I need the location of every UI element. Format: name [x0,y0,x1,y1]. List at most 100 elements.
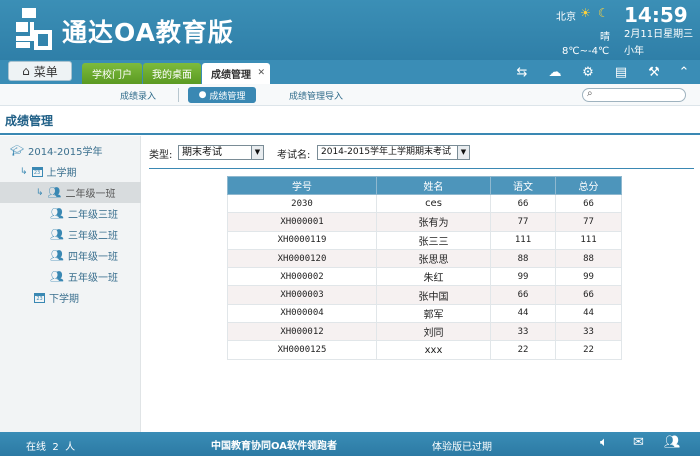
subnav-grade-import[interactable]: 成绩管理导入 [289,89,343,102]
trial-notice: 体验版已过期 [432,442,492,453]
table-row[interactable]: XH000012 刘同 33 33 [227,322,622,342]
tree-item-school-year[interactable]: 🎓︎ 2014-2015学年 [0,140,141,161]
tab-grade-management[interactable]: 成绩管理 ✕ [202,63,270,84]
branch-arrow-icon: ↳ [36,187,44,198]
exam-name-select[interactable]: 2014-2015学年上学期期末考试 ▼ [317,145,470,160]
tree-item-term1[interactable]: ↳ 23 上学期 [0,161,141,182]
speaker-icon[interactable]: 🔈︎ [600,435,608,450]
title-divider [0,133,700,135]
users-icon[interactable]: 👥︎ [664,435,681,450]
close-icon[interactable]: ✕ [257,68,265,78]
cell-chinese: 66 [490,285,556,305]
tree-item-class[interactable]: 👥︎ 四年级一班 [0,245,141,266]
weather-temperature: 8℃~-4℃ [562,46,610,57]
mail-icon[interactable]: ✉ [633,435,644,450]
grade-table: 学号 姓名 语文 总分 2030 ces 66 66 XH000001 张有为 77 77 … [227,176,622,360]
solar-term: 小年 [624,46,644,57]
column-header-name[interactable]: 姓名 [376,176,491,195]
online-unit: 人 [65,442,76,453]
cell-name: 刘同 [376,322,491,342]
users-icon: 👥︎ [50,270,64,283]
column-header-student-id[interactable]: 学号 [227,176,377,195]
subnav-grade-entry[interactable]: 成绩录入 [120,89,156,102]
cloud-icon[interactable]: ☁ [546,63,564,81]
cell-student-id: XH000012 [227,322,377,342]
tree-item-label: 四年级一班 [67,252,118,263]
weather-city: 北京 [556,12,576,23]
table-row[interactable]: XH0000120 张思思 88 88 [227,248,622,269]
tree-item-term2[interactable]: 23 下学期 [0,287,141,308]
tree-item-label: 五年级一班 [67,273,118,284]
cell-chinese: 22 [490,340,556,360]
cell-name: 郭军 [376,303,491,324]
notebook-icon[interactable]: ▤ [612,63,630,81]
cell-chinese: 88 [490,248,556,269]
cell-total: 99 [555,267,622,287]
clock-time: 14:59 [624,3,688,27]
users-icon: 👥︎ [50,207,64,220]
tab-label: 成绩管理 [211,70,251,81]
type-select[interactable]: 期末考试 ▼ [178,145,264,160]
cell-chinese: 77 [490,212,556,232]
sidebar-tree: 🎓︎ 2014-2015学年 ↳ 23 上学期 ↳ 👥︎ 二年级一班 👥︎ 二年… [0,136,141,432]
chevron-up-icon[interactable]: ⌃ [675,63,693,81]
table-header-row: 学号 姓名 语文 总分 [227,176,622,195]
tree-item-class[interactable]: ↳ 👥︎ 二年级一班 [0,182,141,203]
gear-icon[interactable]: ⚙ [579,63,597,81]
users-icon: 👥︎ [50,249,64,262]
cell-total: 111 [555,230,622,250]
exam-name-label: 考试名: [277,150,311,161]
footer-slogan: 中国教育协同OA软件领跑者 [211,441,337,452]
cell-total: 33 [555,322,622,342]
cell-student-id: XH000004 [227,303,377,324]
tree-item-class[interactable]: 👥︎ 三年级二班 [0,224,141,245]
tree-item-class[interactable]: 👥︎ 五年级一班 [0,266,141,287]
tab-my-desktop[interactable]: 我的桌面 [143,63,201,84]
page-title: 成绩管理 [5,114,54,128]
cell-total: 66 [555,193,622,214]
type-label: 类型: [149,150,173,161]
users-icon: 👥︎ [50,228,64,241]
tree-item-label: 二年级一班 [65,189,116,200]
tree-item-label: 2014-2015学年 [27,147,103,158]
calendar-icon: 23 [34,292,45,303]
calendar-icon: 23 [31,166,43,177]
menu-button[interactable]: ⌂ 菜单 [8,61,72,81]
subnav-grade-management[interactable]: ● 成绩管理 [188,87,256,103]
app-title: 通达OA教育版 [62,18,234,47]
status-footer: 在线 2 人 中国教育协同OA软件领跑者 体验版已过期 🔈︎ ✉ 👥︎ [0,432,700,456]
bullet-icon: ● [198,90,207,100]
tab-bar: ⌂ 菜单 学校门户 我的桌面 成绩管理 ✕ ⇆ ☁ ⚙ ▤ ⚒ ⌃ [0,60,700,84]
table-row[interactable]: XH000001 张有为 77 77 [227,212,622,232]
cell-student-id: XH0000125 [227,340,377,360]
cell-student-id: 2030 [227,193,377,214]
tree-item-label: 上学期 [46,168,77,179]
online-users[interactable]: 在线 2 人 [26,438,75,453]
table-row[interactable]: XH000003 张中国 66 66 [227,285,622,305]
sub-navigation: 成绩录入 ● 成绩管理 成绩管理导入 ⌕ [0,84,700,106]
wrench-icon[interactable]: ⚒ [645,63,663,81]
moon-icon: ☾ [598,6,609,20]
online-count: 2 [52,442,59,453]
table-row[interactable]: XH000004 郭军 44 44 [227,303,622,324]
search-input[interactable]: ⌕ [582,88,686,102]
tree-item-label: 下学期 [49,294,79,305]
cell-name: 张中国 [376,285,491,305]
cell-name: 张三三 [376,230,491,250]
table-row[interactable]: XH0000125 xxx 22 22 [227,340,622,360]
top-header: 通达OA教育版 北京 ☀ ☾ 晴 8℃~-4℃ 14:59 2月11日星期三 小… [0,0,700,60]
cell-total: 88 [555,248,622,269]
table-row[interactable]: XH0000119 张三三 111 111 [227,230,622,250]
tab-school-portal[interactable]: 学校门户 [82,63,142,84]
cell-name: xxx [376,340,491,360]
switch-icon[interactable]: ⇆ [513,63,531,81]
column-header-total[interactable]: 总分 [555,176,622,195]
weather-widget: 北京 ☀ ☾ 晴 8℃~-4℃ [556,6,616,57]
cell-name: 朱红 [376,267,491,287]
tree-item-class[interactable]: 👥︎ 二年级三班 [0,203,141,224]
cell-name: 张思思 [376,248,491,269]
table-row[interactable]: XH000002 朱红 99 99 [227,267,622,287]
table-row[interactable]: 2030 ces 66 66 [227,193,622,214]
column-header-chinese[interactable]: 语文 [490,176,556,195]
menu-button-label: 菜单 [33,64,58,79]
